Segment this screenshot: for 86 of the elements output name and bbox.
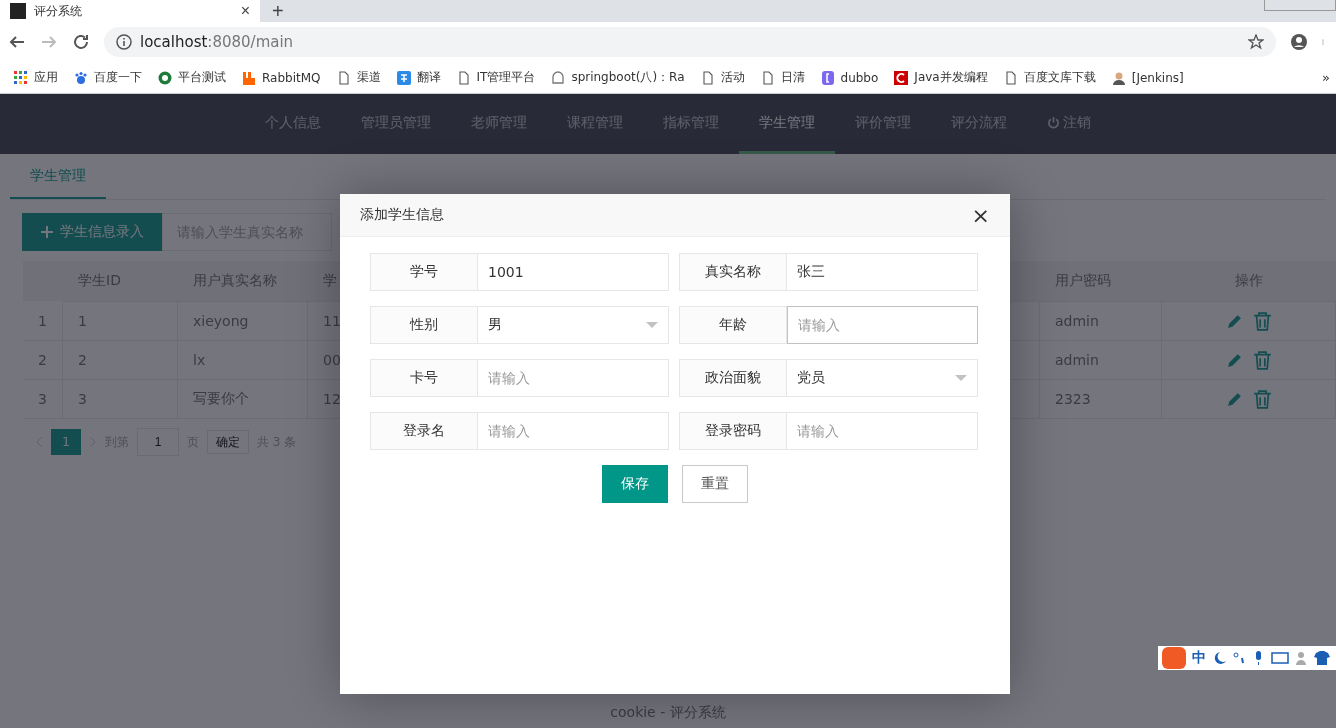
plus-icon [40,225,54,239]
paw-icon [74,70,88,85]
page-icon [700,70,715,85]
input-field[interactable]: 请输入 [787,412,978,450]
table-cell: xieyong [178,302,308,341]
bookmark-link[interactable]: RabbitMQ [234,70,329,85]
input-field[interactable]: 请输入 [787,306,978,344]
input-field[interactable]: 1001 [478,253,669,291]
table-cell: lx [178,341,308,380]
pencil-icon[interactable] [1225,390,1243,408]
blog-logo-icon [10,3,26,19]
table-cell: 1 [63,302,178,341]
more-bookmarks-button[interactable]: » [1322,70,1330,85]
bookmark-link[interactable]: Java并发编程 [886,69,996,86]
person-icon [1111,70,1126,85]
field-label: 卡号 [370,359,478,397]
field-label: 登录名 [370,412,478,450]
info-icon [116,34,132,50]
bookmark-link[interactable]: 翻译 [388,69,449,86]
table-cell: 3 [23,380,63,419]
confirm-button[interactable]: 确定 [207,430,249,454]
bookmark-link[interactable]: 日清 [752,69,813,86]
caret-icon [955,374,967,382]
bookmark-link[interactable]: 应用 [6,69,66,86]
dialog-title: 添加学生信息 [360,206,444,224]
account-icon[interactable] [1290,33,1308,51]
close-button[interactable]: × [971,202,990,228]
field-label: 登录密码 [679,412,787,450]
new-tab-button[interactable]: + [260,0,296,22]
bookmark-link[interactable]: 百度文库下载 [995,69,1104,86]
page-icon [1003,70,1018,85]
trash-icon[interactable] [1252,311,1272,331]
reset-button[interactable]: 重置 [682,465,748,503]
bookmark-link[interactable]: IT管理平台 [448,69,544,86]
bookmark-link[interactable]: 活动 [692,69,753,86]
bracket-icon [820,70,835,85]
bookmark-link[interactable]: springboot(八)：Ra [543,69,693,86]
table-cell: 1 [23,302,63,341]
ime-logo-icon[interactable] [1162,647,1186,669]
page-icon [456,70,471,85]
browser-tab[interactable]: 评分系统 × [0,0,260,22]
table-cell: 写要你个 [178,380,308,419]
save-button[interactable]: 保存 [602,465,668,503]
bookmark-link[interactable]: [Jenkins] [1103,70,1192,85]
select-field[interactable]: 党员 [787,359,978,397]
field-label: 学号 [370,253,478,291]
apps-grid-icon [14,70,28,85]
table-cell: 2 [63,341,178,380]
input-field[interactable]: 张三 [787,253,978,291]
input-field[interactable]: 请输入 [478,412,669,450]
table-cell: admin [1040,302,1162,341]
pencil-icon[interactable] [1225,312,1243,330]
tab-title: 评分系统 [34,2,83,20]
caret-icon [646,321,658,329]
url-text: localhost:8080/main [140,33,294,51]
field-label: 政治面貌 [679,359,787,397]
translate-icon [396,70,411,85]
table-cell: 2 [23,341,63,380]
page-input[interactable]: 1 [137,428,179,456]
address-bar[interactable]: localhost:8080/main [104,27,1276,57]
bookmark-link[interactable]: dubbo [812,70,887,85]
page-icon [336,70,351,85]
rabbit-icon [242,70,256,85]
ime-mode[interactable]: 中 [1192,649,1206,667]
bookmark-link[interactable]: 渠道 [328,69,389,86]
trash-icon[interactable] [1252,389,1272,409]
c-logo-icon [894,70,909,85]
globe-icon [158,70,172,85]
page-icon [760,70,775,85]
table-cell: admin [1040,341,1162,380]
table-cell: 3 [63,380,178,419]
select-field[interactable]: 男 [478,306,669,344]
field-label: 年龄 [679,306,787,344]
reload-icon[interactable] [72,33,90,51]
ime-tool-icons-drawing[interactable] [1212,650,1332,666]
table-cell: 2323 [1040,380,1162,419]
tab-close-button[interactable]: × [240,2,250,20]
trash-icon[interactable] [1252,350,1272,370]
bookmark-link[interactable]: 平台测试 [150,69,234,86]
power-icon [1047,116,1060,129]
pencil-icon[interactable] [1225,351,1243,369]
bookmark-link[interactable]: 百度一下 [66,69,150,86]
input-field[interactable]: 请输入 [478,359,669,397]
star-icon[interactable] [1248,34,1264,50]
field-label: 真实名称 [679,253,787,291]
field-label: 性别 [370,306,478,344]
